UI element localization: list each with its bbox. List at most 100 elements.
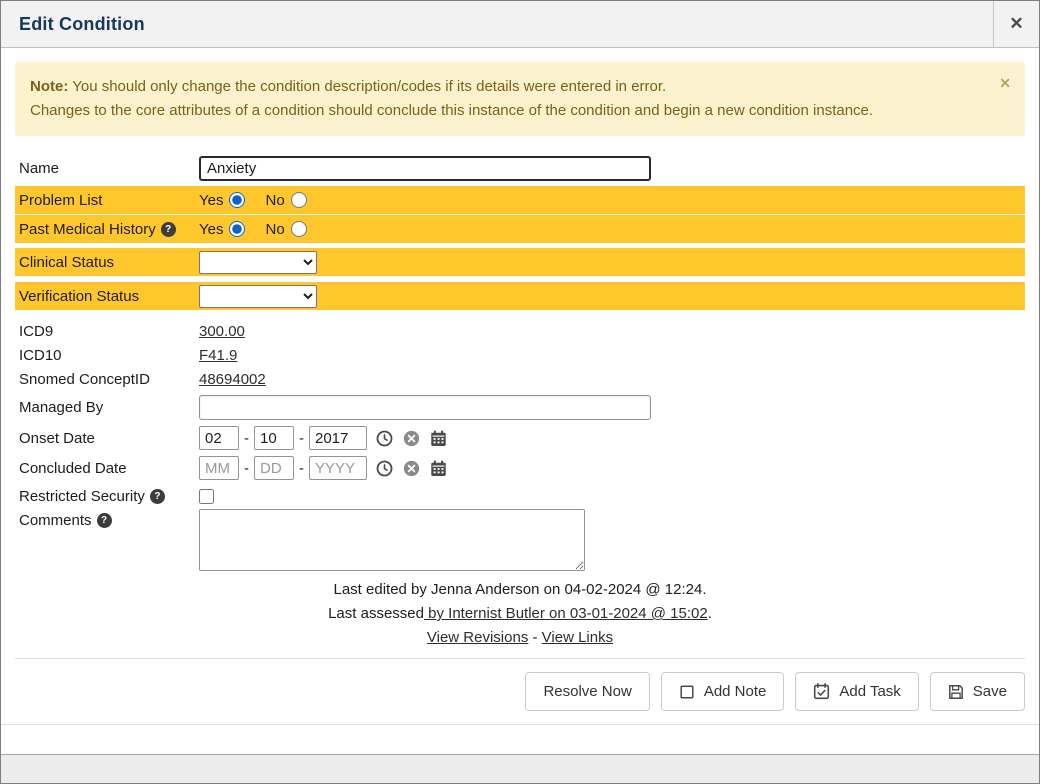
help-icon[interactable]: ? (150, 489, 165, 504)
pmh-no-radio[interactable] (291, 221, 307, 237)
pmh-no-label: No (265, 221, 284, 238)
calendar-check-icon (813, 683, 830, 700)
icd10-label-text: ICD10 (19, 347, 62, 364)
pmh-yes-radio[interactable] (229, 221, 245, 237)
icd9-label-text: ICD9 (19, 323, 53, 340)
onset-date-label: Onset Date (15, 430, 199, 447)
managed-by-row: Managed By (15, 391, 1025, 423)
meta-block: Last edited by Jenna Anderson on 04-02-2… (15, 578, 1025, 650)
icd9-link[interactable]: 300.00 (199, 323, 245, 340)
past-medical-history-label: Past Medical History ? (15, 221, 199, 238)
modal-header: Edit Condition ✕ (1, 1, 1039, 48)
past-medical-history-row: Past Medical History ? Yes No (15, 215, 1025, 243)
modal-title: Edit Condition (1, 14, 145, 35)
name-label-text: Name (19, 160, 59, 177)
onset-day-input[interactable] (254, 426, 294, 450)
clinical-status-label: Clinical Status (15, 254, 199, 271)
verification-status-row: Verification Status (15, 282, 1025, 310)
view-links-line: View Revisions - View Links (15, 626, 1025, 650)
snomed-link[interactable]: 48694002 (199, 371, 266, 388)
note-prefix: Note: (30, 78, 68, 95)
concluded-day-input[interactable] (254, 456, 294, 480)
icd10-row: ICD10 F41.9 (15, 343, 1025, 367)
view-links-link[interactable]: View Links (542, 629, 613, 646)
modal-footer (1, 724, 1039, 754)
resolve-now-button[interactable]: Resolve Now (525, 672, 649, 711)
snomed-label: Snomed ConceptID (15, 371, 199, 388)
clock-icon[interactable] (375, 429, 394, 448)
restricted-security-label-text: Restricted Security (19, 488, 145, 505)
date-separator: - (299, 460, 304, 477)
pmh-yes-label: Yes (199, 221, 223, 238)
snomed-row: Snomed ConceptID 48694002 (15, 367, 1025, 391)
concluded-month-input[interactable] (199, 456, 239, 480)
note-banner: Note: You should only change the conditi… (15, 62, 1025, 136)
date-separator: - (244, 430, 249, 447)
problem-list-no-label: No (265, 192, 284, 209)
clear-date-icon[interactable] (402, 429, 421, 448)
note-line1: Note: You should only change the conditi… (30, 75, 985, 99)
onset-date-label-text: Onset Date (19, 430, 95, 447)
links-separator: - (533, 629, 538, 646)
concluded-date-label-text: Concluded Date (19, 460, 127, 477)
calendar-icon[interactable] (429, 429, 448, 448)
edit-condition-window: Edit Condition ✕ Note: You should only c… (0, 0, 1040, 784)
date-separator: - (299, 430, 304, 447)
managed-by-input[interactable] (199, 395, 651, 420)
comments-label: Comments ? (15, 509, 199, 529)
calendar-icon[interactable] (429, 459, 448, 478)
managed-by-label-text: Managed By (19, 399, 103, 416)
problem-list-row: Problem List Yes No (15, 186, 1025, 214)
problem-list-no-radio[interactable] (291, 192, 307, 208)
name-input[interactable] (199, 156, 651, 181)
comments-label-text: Comments (19, 512, 92, 529)
note-dismiss-icon[interactable]: ✕ (999, 75, 1011, 92)
name-row: Name (15, 154, 1025, 182)
problem-list-label-text: Problem List (19, 192, 102, 209)
note-line1-text: You should only change the condition des… (68, 78, 666, 95)
add-task-button[interactable]: Add Task (795, 672, 918, 711)
clinical-status-select[interactable] (199, 251, 317, 274)
clock-icon[interactable] (375, 459, 394, 478)
save-button[interactable]: Save (930, 672, 1025, 711)
last-assessed-link[interactable]: by Internist Butler on 03-01-2024 @ 15:0… (424, 605, 708, 622)
add-task-label: Add Task (839, 683, 900, 700)
clear-date-icon[interactable] (402, 459, 421, 478)
add-note-label: Add Note (704, 683, 767, 700)
modal-body: Note: You should only change the conditi… (1, 48, 1039, 724)
onset-date-row: Onset Date - - (15, 423, 1025, 453)
save-label: Save (973, 683, 1007, 700)
last-assessed-line: Last assessed by Internist Butler on 03-… (15, 602, 1025, 626)
date-separator: - (244, 460, 249, 477)
save-icon (948, 684, 964, 700)
add-note-button[interactable]: Add Note (661, 672, 785, 711)
concluded-date-row: Concluded Date - - (15, 453, 1025, 483)
problem-list-yes-radio[interactable] (229, 192, 245, 208)
onset-year-input[interactable] (309, 426, 367, 450)
clinical-status-label-text: Clinical Status (19, 254, 114, 271)
concluded-year-input[interactable] (309, 456, 367, 480)
icd10-label: ICD10 (15, 347, 199, 364)
view-revisions-link[interactable]: View Revisions (427, 629, 528, 646)
onset-month-input[interactable] (199, 426, 239, 450)
verification-status-select[interactable] (199, 285, 317, 308)
last-edited-text: Last edited by Jenna Anderson on 04-02-2… (15, 578, 1025, 602)
note-line2: Changes to the core attributes of a cond… (30, 99, 985, 123)
icd9-label: ICD9 (15, 323, 199, 340)
last-assessed-suffix: . (708, 605, 712, 622)
name-label: Name (15, 160, 199, 177)
restricted-security-checkbox[interactable] (199, 489, 214, 504)
problem-list-yes-label: Yes (199, 192, 223, 209)
footer-button-row: Resolve Now Add Note Add Task (15, 672, 1025, 711)
comments-row: Comments ? (15, 509, 1025, 571)
footer-divider (15, 658, 1025, 659)
comments-textarea[interactable] (199, 509, 585, 571)
icd9-row: ICD9 300.00 (15, 319, 1025, 343)
snomed-label-text: Snomed ConceptID (19, 371, 150, 388)
help-icon[interactable]: ? (97, 513, 112, 528)
help-icon[interactable]: ? (161, 222, 176, 237)
note-icon (679, 684, 695, 700)
close-icon[interactable]: ✕ (993, 1, 1039, 48)
icd10-link[interactable]: F41.9 (199, 347, 237, 364)
page-background (1, 755, 1039, 783)
